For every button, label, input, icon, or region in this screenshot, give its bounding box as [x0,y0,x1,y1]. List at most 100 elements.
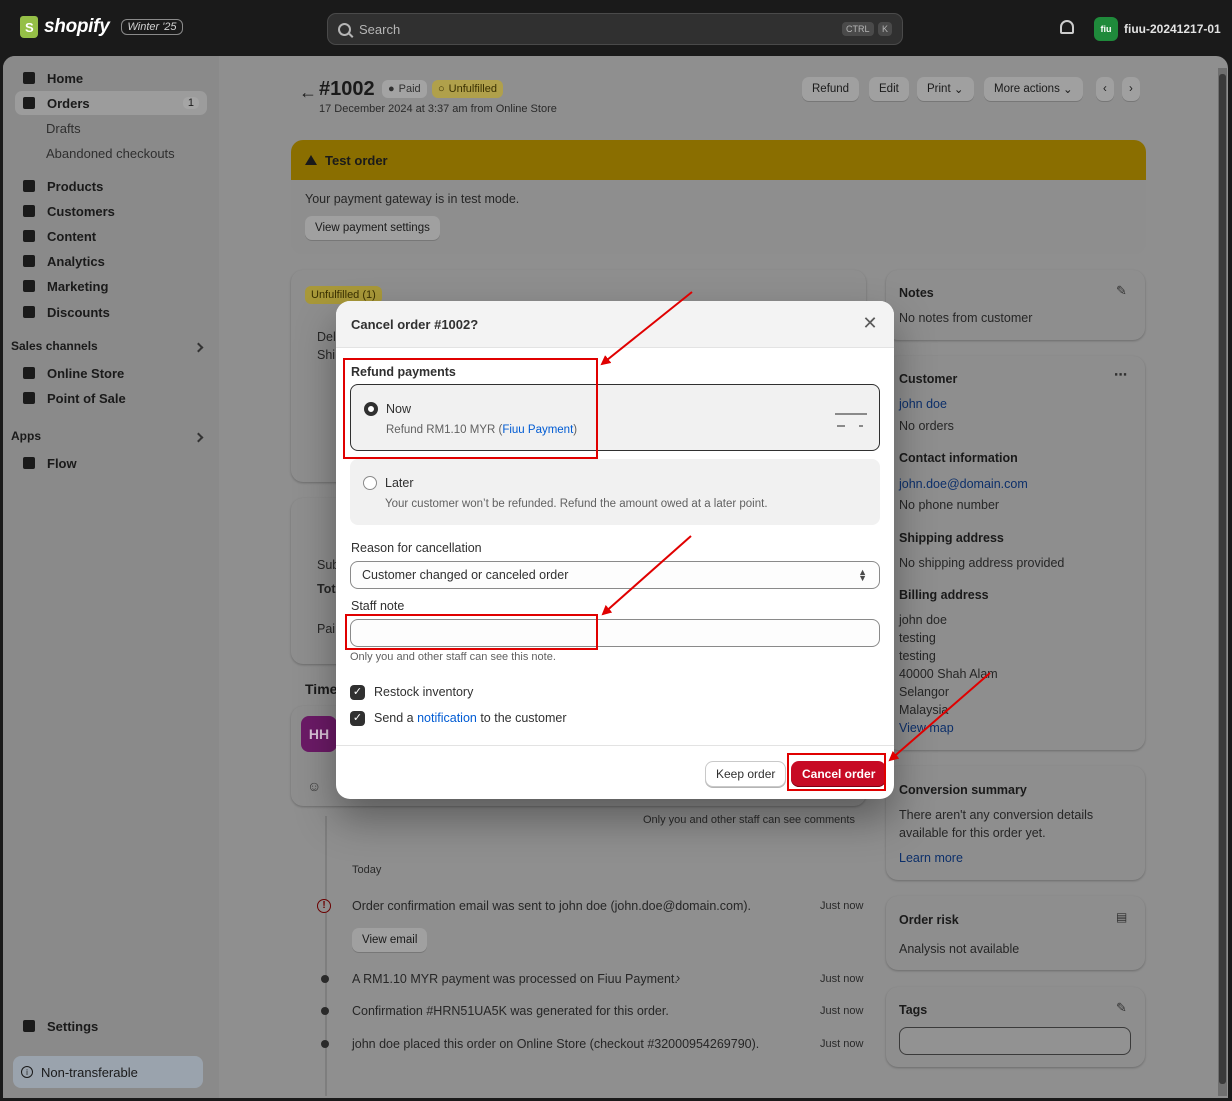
shopify-logo[interactable]: shopify Winter '25 [20,16,183,38]
refund-later-option[interactable]: Later Your customer won’t be refunded. R… [350,459,880,525]
sidebar-item-abandoned-checkouts[interactable]: Abandoned checkouts [15,141,207,165]
bell-icon[interactable] [1060,20,1074,34]
store-name: fiuu-20241217-01 [1124,22,1221,36]
timeline-event-text[interactable]: A RM1.10 MYR payment was processed on Fi… [352,972,678,986]
emoji-icon[interactable]: ☺ [307,778,321,794]
sidebar-item-marketing[interactable]: Marketing [15,274,207,298]
chevron-right-icon[interactable] [193,432,204,443]
notify-checkbox[interactable]: ✓ [350,711,365,726]
order-risk-title: Order risk [899,913,959,927]
billing-line: john doe [899,613,947,627]
view-map-link[interactable]: View map [899,721,954,735]
image-icon [23,230,35,242]
gear-icon [23,1020,35,1032]
sidebar-item-label: Online Store [47,365,125,381]
edition-badge: Winter '25 [121,19,183,35]
refund-button[interactable]: Refund [802,77,860,101]
notification-link[interactable]: notification [417,711,477,725]
sidebar-item-customers[interactable]: Customers [15,199,207,223]
annotation-box-staff-note [345,614,598,650]
shipping-title: Shipping address [899,531,1004,545]
sidebar-item-home[interactable]: Home [15,66,207,90]
tags-card: Tags ✎ [886,987,1145,1067]
test-order-banner: Test order Your payment gateway is in te… [291,140,1146,254]
timeline-event-text: Order confirmation email was sent to joh… [352,899,751,913]
sidebar-item-label: Products [47,178,104,194]
apps-heading[interactable]: Apps [11,429,41,443]
billing-line: 40000 Shah Alam [899,667,998,681]
scrollbar-thumb[interactable] [1219,74,1226,1084]
page-title: #1002 [319,78,375,100]
timeline-line [325,816,327,1096]
restock-checkbox[interactable]: ✓ [350,685,365,700]
sidebar-item-online-store[interactable]: Online Store [15,361,207,385]
shipping-label: Shi [317,348,336,362]
search-placeholder: Search [359,21,401,37]
dialog-title: Cancel order #1002? [351,317,479,332]
more-actions-button[interactable]: More actions ⌄ [984,77,1083,101]
chevron-right-icon[interactable]: › [676,971,680,985]
reason-select[interactable]: Customer changed or canceled order ▲ ▼ [350,561,880,589]
view-payment-settings-button[interactable]: View payment settings [305,216,440,240]
sidebar-item-label: Point of Sale [47,390,126,406]
conversion-text: available for this order yet. [899,826,1046,840]
more-horizontal-icon[interactable]: ⋯ [1114,367,1127,383]
sidebar-item-content[interactable]: Content [15,224,207,248]
customer-orders: No orders [899,419,954,433]
customer-title: Customer [899,372,958,386]
print-button[interactable]: Print ⌄ [917,77,974,101]
view-email-button[interactable]: View email [352,928,428,952]
inbox-icon [23,97,35,109]
warning-icon [305,155,317,165]
sidebar-item-settings[interactable]: Settings [15,1014,207,1038]
notify-prefix: Send a [374,711,418,725]
search-icon [338,22,351,36]
chevron-right-icon[interactable] [193,342,204,353]
orders-count-badge: 1 [182,97,199,109]
customer-card: Customer ⋯ john doe No orders Contact in… [886,356,1145,750]
risk-report-icon[interactable]: ▤ [1116,910,1127,924]
pencil-icon[interactable]: ✎ [1116,1000,1127,1016]
restock-label[interactable]: Restock inventory [374,685,473,699]
sidebar-item-orders[interactable]: Orders 1 [15,91,207,115]
previous-order-button[interactable]: ‹ [1096,77,1114,101]
sidebar-item-label: Drafts [46,120,81,136]
contact-email-link[interactable]: john.doe@domain.com [899,477,1028,491]
sales-channels-heading[interactable]: Sales channels [11,339,98,353]
tags-input[interactable] [899,1027,1131,1055]
timeline-day: Today [352,864,382,876]
timeline-dot [321,1007,329,1015]
conversion-card: Conversion summary There aren't any conv… [886,766,1145,880]
non-transferable-banner[interactable]: i Non-transferable [13,1056,203,1088]
order-risk-text: Analysis not available [899,942,1020,956]
learn-more-link[interactable]: Learn more [899,851,963,865]
back-arrow-icon[interactable]: ← [299,82,317,103]
page-scrollbar[interactable] [1218,68,1227,1096]
sidebar-item-analytics[interactable]: Analytics [15,249,207,273]
refund-later-radio[interactable] [363,476,377,490]
close-icon[interactable]: ✕ [862,314,878,332]
keep-order-button[interactable]: Keep order [705,761,787,787]
reason-value: Customer changed or canceled order [362,568,569,582]
staff-note-label: Staff note [351,599,405,613]
next-order-button[interactable]: › [1122,77,1140,101]
sidebar-item-products[interactable]: Products [15,174,207,198]
customer-name-link[interactable]: john doe [899,397,947,411]
info-icon: i [21,1066,33,1078]
pencil-icon[interactable]: ✎ [1116,283,1127,299]
search-input[interactable]: Search CTRL K [327,13,903,45]
flow-icon [23,457,35,469]
timeline-dot [321,1040,329,1048]
notify-label[interactable]: Send a notification to the customer [374,711,566,725]
home-icon [23,72,35,84]
edit-button[interactable]: Edit [869,77,909,101]
test-order-title: Test order [325,152,388,168]
timeline-event-time: Just now [820,1038,864,1050]
sidebar-item-discounts[interactable]: Discounts [15,300,207,324]
sidebar-item-point-of-sale[interactable]: Point of Sale [15,386,207,410]
billing-line: Selangor [899,685,950,699]
avatar: HH [301,716,337,752]
sidebar-item-flow[interactable]: Flow [15,451,207,475]
store-menu[interactable]: fiu fiuu-20241217-01 [1094,17,1221,41]
sidebar-item-drafts[interactable]: Drafts [15,116,207,140]
